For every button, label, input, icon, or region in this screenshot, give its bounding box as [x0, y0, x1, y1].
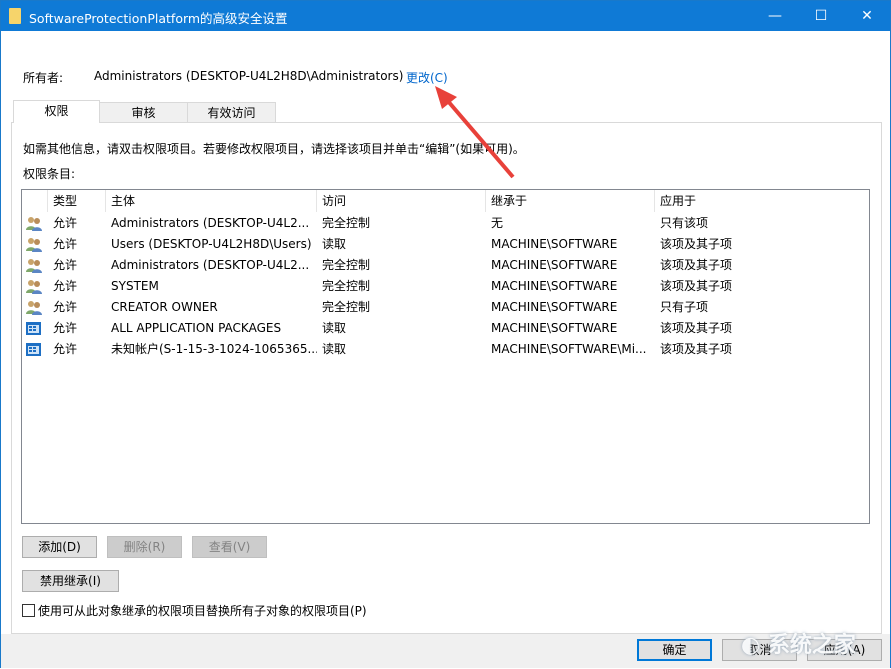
tab-permissions[interactable]: 权限	[13, 100, 100, 123]
annotation-arrow	[1, 1, 891, 669]
arrow-shaft	[447, 100, 513, 177]
security-settings-window: SoftwareProtectionPlatform的高级安全设置 — ☐ ✕ …	[0, 0, 891, 668]
